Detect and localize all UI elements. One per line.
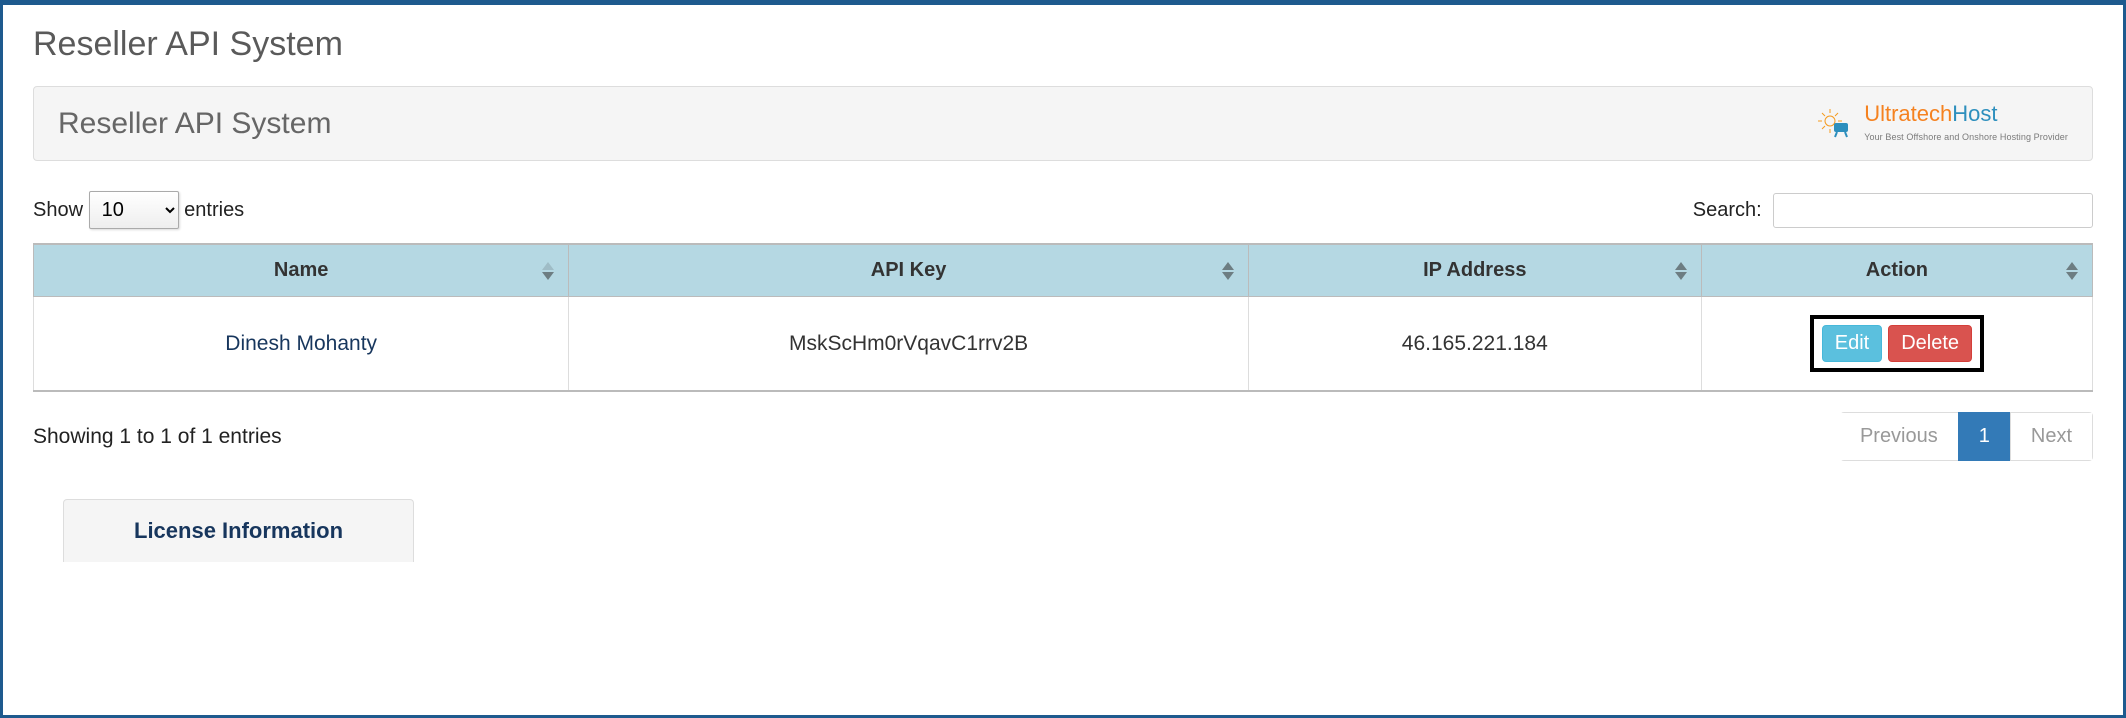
- col-action[interactable]: Action: [1701, 244, 2092, 297]
- page-next[interactable]: Next: [2010, 412, 2093, 461]
- sort-icon: [2066, 262, 2078, 280]
- brand-logo: UltratechHost Your Best Offshore and Ons…: [1816, 103, 2068, 144]
- reseller-table: Name API Key IP Address Action: [33, 243, 2093, 392]
- search-input[interactable]: [1773, 193, 2093, 228]
- page-prev[interactable]: Previous: [1840, 412, 1959, 461]
- panel-header: Reseller API System UltratechHost: [33, 86, 2093, 161]
- sort-icon: [1222, 262, 1234, 280]
- action-highlight-box: Edit Delete: [1810, 315, 1984, 372]
- page-title: Reseller API System: [33, 25, 2093, 64]
- row-ip: 46.165.221.184: [1248, 297, 1701, 392]
- table-info: Showing 1 to 1 of 1 entries: [33, 425, 282, 449]
- entries-length: Show 10 entries: [33, 191, 244, 229]
- page-1[interactable]: 1: [1958, 412, 2011, 461]
- entries-select[interactable]: 10: [89, 191, 179, 229]
- delete-button[interactable]: Delete: [1888, 325, 1972, 362]
- sort-icon: [1675, 262, 1687, 280]
- col-name[interactable]: Name: [34, 244, 569, 297]
- brand-name: UltratechHost: [1864, 101, 1997, 126]
- table-row: Dinesh Mohanty MskScHm0rVqavC1rrv2B 46.1…: [34, 297, 2093, 392]
- col-ip[interactable]: IP Address: [1248, 244, 1701, 297]
- col-apikey[interactable]: API Key: [569, 244, 1248, 297]
- row-apikey: MskScHm0rVqavC1rrv2B: [569, 297, 1248, 392]
- tab-license-information[interactable]: License Information: [63, 499, 414, 562]
- row-name-link[interactable]: Dinesh Mohanty: [225, 332, 377, 355]
- brand-tagline: Your Best Offshore and Onshore Hosting P…: [1864, 132, 2068, 142]
- pagination: Previous 1 Next: [1840, 412, 2093, 461]
- sort-desc-icon: [542, 262, 554, 280]
- search-label: Search:: [1693, 199, 1762, 221]
- sun-cart-icon: [1816, 107, 1856, 141]
- show-label-after: entries: [184, 199, 244, 221]
- show-label-before: Show: [33, 199, 83, 221]
- panel-title: Reseller API System: [58, 107, 331, 141]
- edit-button[interactable]: Edit: [1822, 325, 1882, 362]
